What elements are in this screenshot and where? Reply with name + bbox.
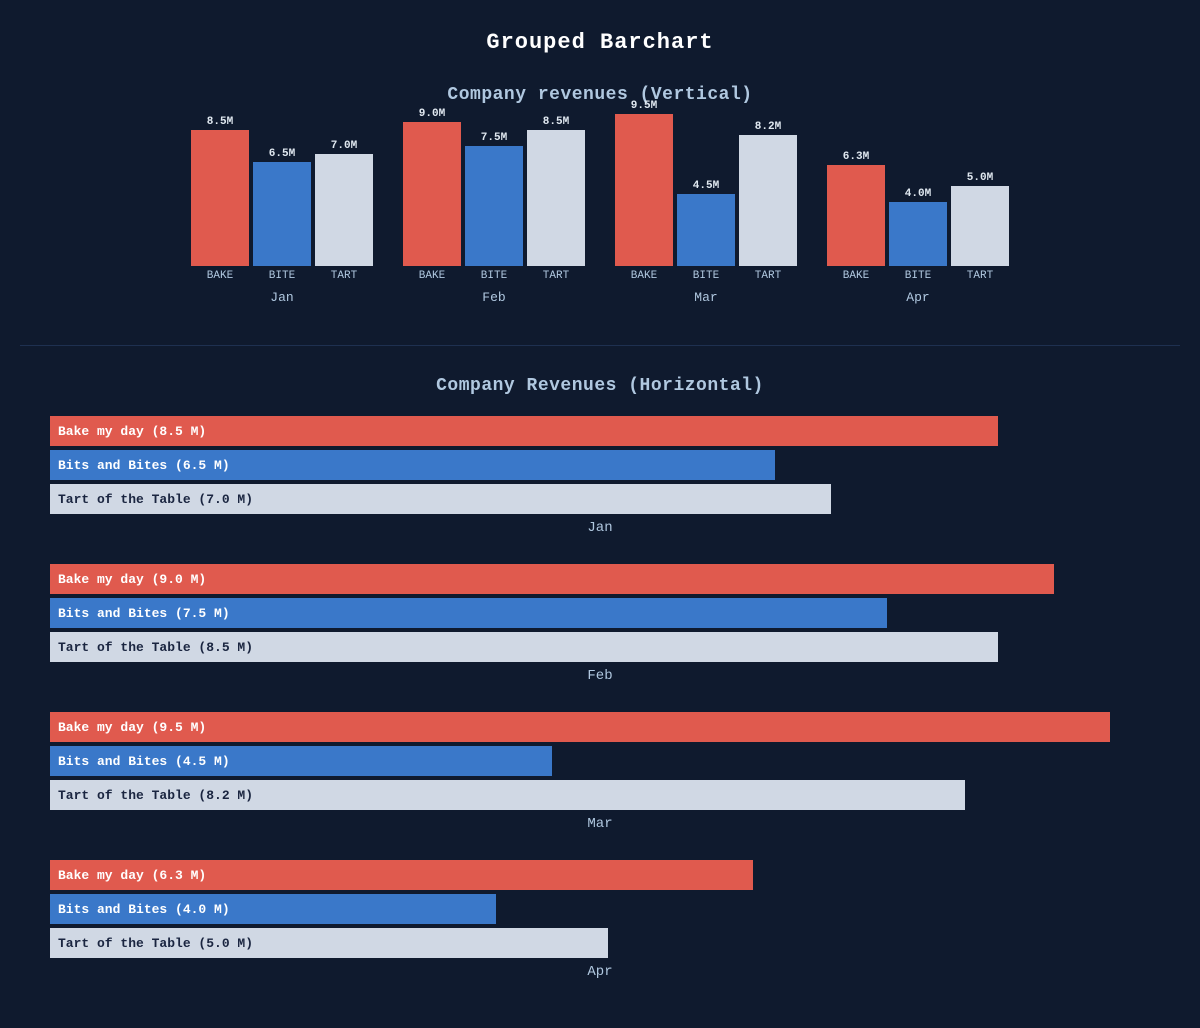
bar-company-label: BITE xyxy=(905,270,931,282)
bar-value-label: 9.0M xyxy=(419,108,445,120)
h-bar-row: Bits and Bites (6.5 M) xyxy=(50,450,1150,480)
h-bar-bite: Bits and Bites (7.5 M) xyxy=(50,598,887,628)
group-month-label: Mar xyxy=(694,290,717,305)
bar-tart xyxy=(951,186,1009,266)
bar-bite xyxy=(253,162,311,266)
vertical-section-title: Company revenues (Vertical) xyxy=(50,85,1150,105)
h-bar-row: Bake my day (8.5 M) xyxy=(50,416,1150,446)
bar-bite xyxy=(677,194,735,266)
bar-column: 7.0M TART xyxy=(315,140,373,282)
bar-bake xyxy=(191,130,249,266)
h-bar-group: Bake my day (6.3 M) Bits and Bites (4.0 M… xyxy=(50,860,1150,980)
bar-company-label: BITE xyxy=(481,270,507,282)
h-bar-row: Bake my day (6.3 M) xyxy=(50,860,1150,890)
bar-value-label: 7.5M xyxy=(481,132,507,144)
bar-column: 8.5M BAKE xyxy=(191,116,249,282)
horizontal-chart: Bake my day (8.5 M) Bits and Bites (6.5 M… xyxy=(50,416,1150,980)
bar-column: 8.2M TART xyxy=(739,121,797,282)
bar-tart xyxy=(739,135,797,266)
h-bar-group: Bake my day (8.5 M) Bits and Bites (6.5 M… xyxy=(50,416,1150,536)
h-bar-bite: Bits and Bites (4.0 M) xyxy=(50,894,496,924)
bar-column: 6.3M BAKE xyxy=(827,151,885,282)
bar-group: 6.3M BAKE 4.0M BITE 5.0M TART Apr xyxy=(827,151,1009,305)
horizontal-chart-container: Company Revenues (Horizontal) Bake my da… xyxy=(50,376,1150,980)
bar-value-label: 4.5M xyxy=(693,180,719,192)
h-bar-bake: Bake my day (8.5 M) xyxy=(50,416,998,446)
bar-company-label: TART xyxy=(331,270,357,282)
bar-column: 4.0M BITE xyxy=(889,188,947,282)
h-bar-tart: Tart of the Table (7.0 M) xyxy=(50,484,831,514)
bar-company-label: TART xyxy=(543,270,569,282)
bar-value-label: 6.5M xyxy=(269,148,295,160)
bar-column: 7.5M BITE xyxy=(465,132,523,282)
bar-column: 5.0M TART xyxy=(951,172,1009,282)
h-bar-row: Bake my day (9.5 M) xyxy=(50,712,1150,742)
h-bar-bake: Bake my day (9.0 M) xyxy=(50,564,1054,594)
bar-value-label: 8.5M xyxy=(207,116,233,128)
bar-company-label: BAKE xyxy=(843,270,869,282)
bar-company-label: BITE xyxy=(693,270,719,282)
h-bar-row: Tart of the Table (7.0 M) xyxy=(50,484,1150,514)
page-title: Grouped Barchart xyxy=(20,30,1180,55)
h-bar-row: Bake my day (9.0 M) xyxy=(50,564,1150,594)
h-group-month-label: Mar xyxy=(50,816,1150,832)
h-group-month-label: Feb xyxy=(50,668,1150,684)
h-group-month-label: Jan xyxy=(50,520,1150,536)
h-bar-group: Bake my day (9.5 M) Bits and Bites (4.5 M… xyxy=(50,712,1150,832)
vertical-chart: 8.5MBAKE6.5MBITE7.0MTARTJan9.0MBAKE7.5MB… xyxy=(50,125,1150,305)
bar-value-label: 7.0M xyxy=(331,140,357,152)
bar-bake xyxy=(615,114,673,266)
bar-company-label: BAKE xyxy=(207,270,233,282)
h-bar-bake: Bake my day (9.5 M) xyxy=(50,712,1110,742)
bar-company-label: BAKE xyxy=(631,270,657,282)
bar-company-label: TART xyxy=(755,270,781,282)
h-bar-row: Tart of the Table (5.0 M) xyxy=(50,928,1150,958)
h-bar-row: Tart of the Table (8.2 M) xyxy=(50,780,1150,810)
bar-company-label: TART xyxy=(967,270,993,282)
bar-bake xyxy=(827,165,885,266)
bar-column: 8.5M TART xyxy=(527,116,585,282)
bar-company-label: BITE xyxy=(269,270,295,282)
bar-value-label: 4.0M xyxy=(905,188,931,200)
bar-column: 4.5M BITE xyxy=(677,180,735,282)
h-bar-bite: Bits and Bites (6.5 M) xyxy=(50,450,775,480)
h-bar-row: Bits and Bites (4.5 M) xyxy=(50,746,1150,776)
bar-tart xyxy=(527,130,585,266)
group-month-label: Feb xyxy=(482,290,505,305)
bar-bite xyxy=(465,146,523,266)
h-bar-tart: Tart of the Table (8.2 M) xyxy=(50,780,965,810)
bar-value-label: 9.5M xyxy=(631,100,657,112)
bar-column: 6.5M BITE xyxy=(253,148,311,282)
h-bar-row: Bits and Bites (4.0 M) xyxy=(50,894,1150,924)
group-month-label: Apr xyxy=(906,290,929,305)
h-bar-bite: Bits and Bites (4.5 M) xyxy=(50,746,552,776)
bar-value-label: 8.5M xyxy=(543,116,569,128)
h-bar-tart: Tart of the Table (8.5 M) xyxy=(50,632,998,662)
h-bar-bake: Bake my day (6.3 M) xyxy=(50,860,753,890)
h-bar-row: Tart of the Table (8.5 M) xyxy=(50,632,1150,662)
horizontal-section-title: Company Revenues (Horizontal) xyxy=(50,376,1150,396)
bar-column: 9.5M BAKE xyxy=(615,100,673,282)
group-month-label: Jan xyxy=(270,290,293,305)
h-bar-row: Bits and Bites (7.5 M) xyxy=(50,598,1150,628)
bar-bake xyxy=(403,122,461,266)
h-group-month-label: Apr xyxy=(50,964,1150,980)
bar-company-label: BAKE xyxy=(419,270,445,282)
bar-value-label: 5.0M xyxy=(967,172,993,184)
bar-value-label: 8.2M xyxy=(755,121,781,133)
bar-group: 9.0M BAKE 7.5M BITE 8.5M TART Feb xyxy=(403,108,585,305)
bar-column: 9.0M BAKE xyxy=(403,108,461,282)
bar-tart xyxy=(315,154,373,266)
bar-value-label: 6.3M xyxy=(843,151,869,163)
bar-group: 9.5M BAKE 4.5M BITE 8.2M TART Mar xyxy=(615,100,797,305)
bar-bite xyxy=(889,202,947,266)
h-bar-group: Bake my day (9.0 M) Bits and Bites (7.5 M… xyxy=(50,564,1150,684)
section-divider xyxy=(20,345,1180,346)
vertical-chart-container: Company revenues (Vertical) 8.5M BAKE 6.5M… xyxy=(50,85,1150,305)
bar-group: 8.5M BAKE 6.5M BITE 7.0M TART Jan xyxy=(191,116,373,305)
h-bar-tart: Tart of the Table (5.0 M) xyxy=(50,928,608,958)
